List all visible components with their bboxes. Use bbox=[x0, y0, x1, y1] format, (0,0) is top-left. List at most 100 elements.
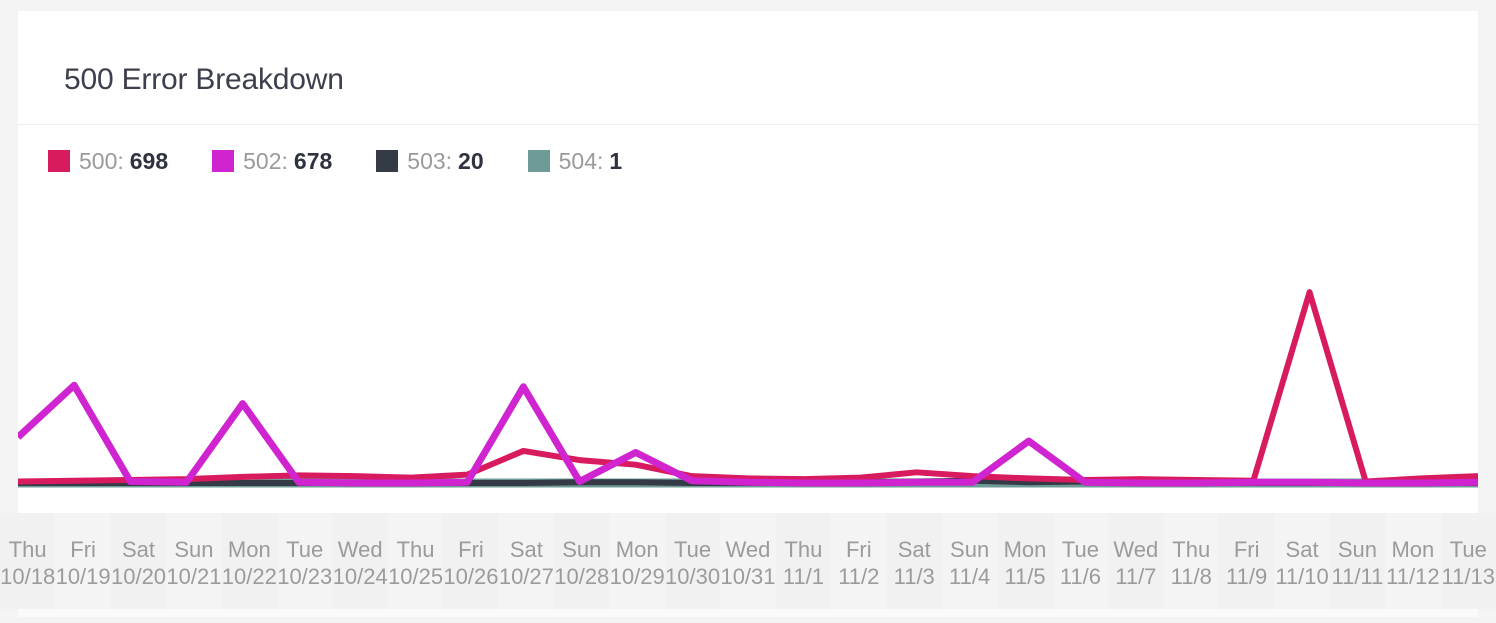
x-axis-tick-date: 11/1 bbox=[782, 564, 824, 589]
legend-item-503[interactable]: 503: 20 bbox=[376, 147, 484, 175]
x-axis-tick-day: Thu bbox=[1172, 537, 1211, 562]
legend-label: 503: bbox=[407, 147, 453, 174]
x-axis-tick: Sun 11/4 bbox=[942, 513, 997, 609]
x-axis-tick: Fri 11/9 bbox=[1218, 513, 1275, 609]
x-axis-tick: Tue 10/23 bbox=[277, 513, 332, 609]
x-axis-tick-date: 10/23 bbox=[277, 564, 333, 589]
x-axis-tick-day: Sun bbox=[950, 537, 990, 562]
x-axis-tick: Mon 10/22 bbox=[221, 513, 278, 609]
x-axis-tick: Thu 10/18 bbox=[0, 513, 56, 609]
legend-swatch-500 bbox=[48, 150, 70, 172]
x-axis-tick-day: Tue bbox=[1061, 537, 1099, 562]
x-axis-tick-day: Mon bbox=[1391, 537, 1435, 562]
x-axis-tick-date: 11/9 bbox=[1226, 564, 1268, 589]
x-axis-tick: Wed 10/31 bbox=[720, 513, 775, 609]
x-axis-tick-date: 10/27 bbox=[498, 564, 554, 589]
x-axis-tick-day: Thu bbox=[396, 537, 435, 562]
x-axis-tick-date: 10/18 bbox=[0, 564, 56, 589]
card-bottom-strip bbox=[18, 609, 1478, 617]
x-axis-tick-day: Sat bbox=[1285, 537, 1319, 562]
x-axis-tick: Thu 11/8 bbox=[1164, 513, 1219, 609]
x-axis-tick-day: Thu bbox=[784, 537, 823, 562]
x-axis-tick-day: Sun bbox=[174, 537, 214, 562]
x-axis-tick-date: 11/4 bbox=[949, 564, 991, 589]
x-axis-tick-date: 11/7 bbox=[1115, 564, 1157, 589]
x-axis-tick-date: 10/29 bbox=[609, 564, 665, 589]
x-axis-tick-day: Sun bbox=[1337, 537, 1378, 562]
legend-swatch-503 bbox=[376, 150, 399, 172]
x-axis-tick-day: Mon bbox=[227, 537, 271, 562]
x-axis-tick-date: 11/6 bbox=[1059, 564, 1102, 589]
x-axis-tick-day: Wed bbox=[337, 537, 383, 562]
x-axis-tick-day: Sat bbox=[897, 537, 931, 562]
x-axis-tick: Thu 11/1 bbox=[775, 513, 832, 609]
x-axis-tick-day: Fri bbox=[70, 537, 96, 562]
x-axis-tick: Mon 11/12 bbox=[1385, 513, 1440, 609]
x-axis-tick-date: 10/30 bbox=[665, 564, 721, 589]
x-axis-tick-day: Tue bbox=[286, 537, 324, 562]
x-axis-tick: Fri 11/2 bbox=[831, 513, 886, 609]
x-axis-tick-day: Mon bbox=[615, 537, 659, 562]
x-axis-tick: Wed 10/24 bbox=[332, 513, 388, 609]
legend-value: 20 bbox=[458, 147, 484, 174]
chart-plot-area bbox=[18, 196, 1478, 496]
legend-swatch-502 bbox=[212, 150, 235, 172]
x-axis-tick: Fri 10/26 bbox=[443, 513, 499, 609]
card-header: 500 Error Breakdown bbox=[18, 11, 1478, 125]
page-root: 500 Error Breakdown 500: 698 502: 678 503: 20… bbox=[0, 0, 1496, 623]
x-axis-tick: Tue 11/6 bbox=[1053, 513, 1108, 609]
legend-value: 1 bbox=[609, 147, 623, 174]
chart-legend: 500: 698 502: 678 503: 20 504: 1 bbox=[48, 141, 666, 181]
x-axis-tick: Sat 10/27 bbox=[499, 513, 554, 609]
error-breakdown-card: 500 Error Breakdown 500: 698 502: 678 503: 20… bbox=[18, 11, 1478, 513]
x-axis-tick-day: Wed bbox=[725, 537, 771, 562]
x-axis-tick-day: Sat bbox=[122, 537, 156, 562]
legend-item-504[interactable]: 504: 1 bbox=[527, 147, 623, 175]
x-axis-tick-date: 10/31 bbox=[720, 564, 776, 589]
x-axis-tick-day: Sun bbox=[562, 537, 602, 562]
x-axis-tick: Wed 11/7 bbox=[1108, 513, 1164, 609]
chart-x-axis: Thu 10/18 Fri 10/19 Sat 10/20 Sun 10/21 Mon 10/22… bbox=[0, 513, 1496, 609]
x-axis-tick-date: 11/11 bbox=[1331, 564, 1384, 589]
x-axis-tick-day: Mon bbox=[1003, 537, 1047, 562]
x-axis-tick: Thu 10/25 bbox=[388, 513, 443, 609]
x-axis-tick-day: Tue bbox=[674, 537, 712, 562]
x-axis-tick-day: Wed bbox=[1113, 537, 1159, 562]
x-axis-tick-date: 10/19 bbox=[55, 564, 111, 589]
x-axis-tick-date: 11/10 bbox=[1275, 564, 1329, 589]
x-axis-tick-day: Fri bbox=[1233, 537, 1260, 562]
x-axis-tick-day: Fri bbox=[458, 537, 484, 562]
legend-value: 678 bbox=[293, 147, 333, 174]
x-axis-tick-date: 10/22 bbox=[221, 564, 277, 589]
x-axis-tick: Sun 10/21 bbox=[166, 513, 221, 609]
x-axis-tick: Tue 11/13 bbox=[1440, 513, 1496, 609]
x-axis-tick-day: Fri bbox=[845, 537, 872, 562]
x-axis-tick: Mon 11/5 bbox=[997, 513, 1053, 609]
x-axis-tick-date: 10/21 bbox=[166, 564, 222, 589]
x-axis-tick-date: 11/8 bbox=[1170, 564, 1212, 589]
x-axis-tick: Sun 10/28 bbox=[554, 513, 610, 609]
legend-swatch-504 bbox=[527, 150, 550, 172]
x-axis-tick: Tue 10/30 bbox=[664, 513, 721, 609]
x-axis-tick-date: 10/28 bbox=[554, 564, 610, 589]
legend-value: 698 bbox=[129, 147, 169, 174]
series-line-500 bbox=[18, 289, 1478, 485]
x-axis-tick-date: 11/5 bbox=[1004, 564, 1046, 589]
x-axis-tick-date: 10/20 bbox=[110, 564, 167, 589]
x-axis-tick-date: 11/12 bbox=[1386, 564, 1440, 589]
x-axis-tick-date: 11/13 bbox=[1441, 564, 1495, 589]
legend-label: 502: bbox=[243, 147, 288, 174]
legend-label: 500: bbox=[79, 147, 124, 174]
legend-item-502[interactable]: 502: 678 bbox=[212, 148, 332, 175]
page-title: 500 Error Breakdown bbox=[64, 63, 344, 96]
x-axis-tick-date: 10/25 bbox=[388, 564, 444, 589]
x-axis-tick-date: 11/3 bbox=[893, 564, 935, 589]
x-axis-tick: Sat 11/3 bbox=[886, 513, 942, 609]
legend-label: 504: bbox=[558, 147, 604, 174]
legend-item-500[interactable]: 500: 698 bbox=[48, 148, 168, 175]
error-line-chart bbox=[18, 289, 1478, 488]
x-axis-tick-date: 11/2 bbox=[838, 564, 880, 589]
x-axis-tick-day: Sat bbox=[509, 537, 543, 562]
x-axis-tick: Sat 11/10 bbox=[1274, 513, 1329, 609]
x-axis-tick-date: 10/24 bbox=[332, 564, 388, 589]
